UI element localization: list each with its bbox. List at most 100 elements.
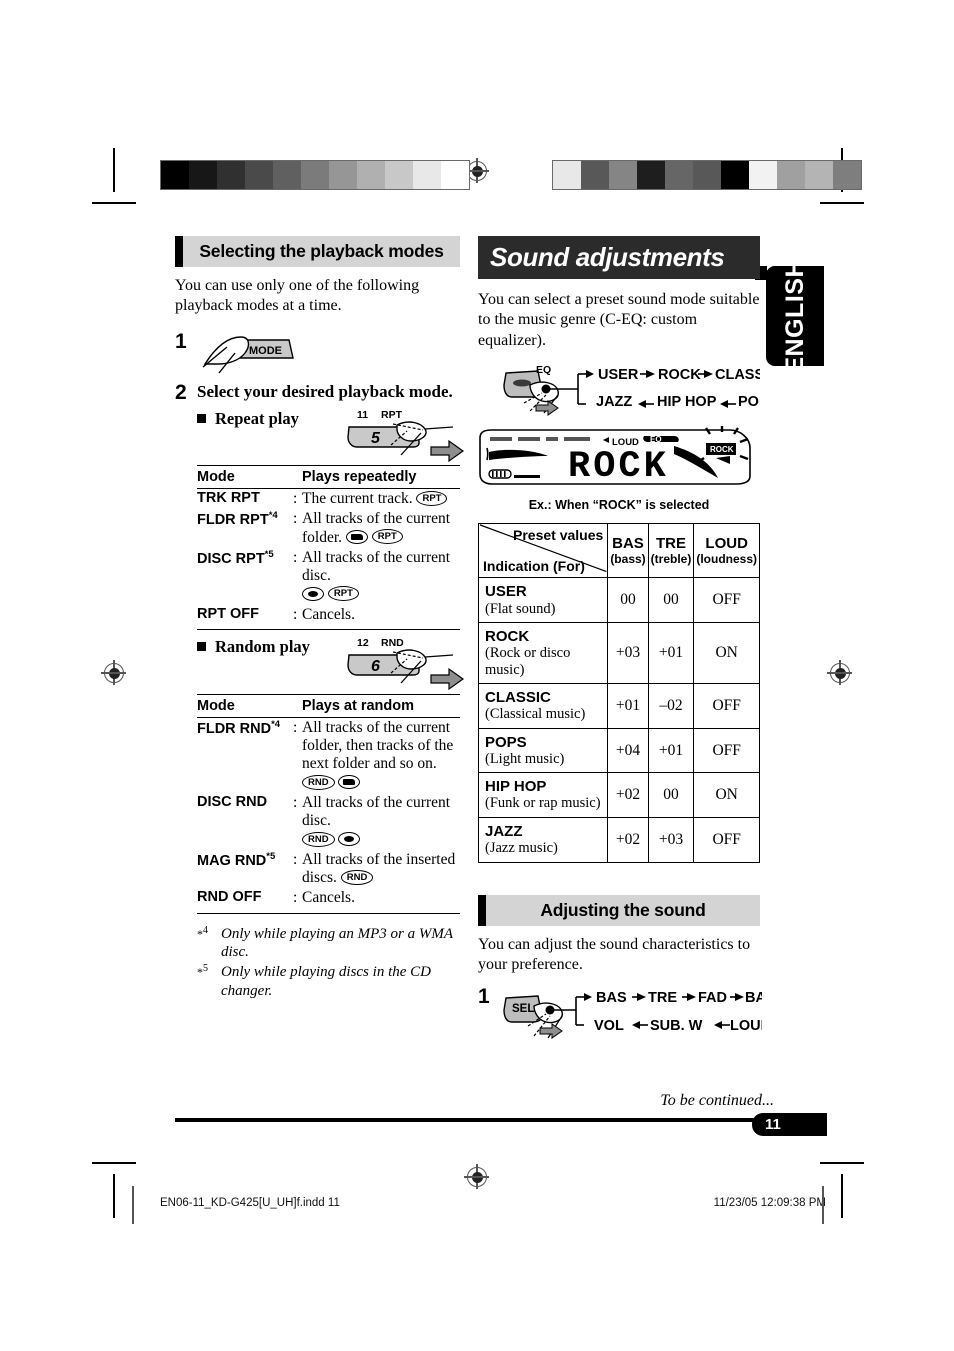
colorbar-swatch [217,161,245,189]
preset-tre-value: –02 [647,683,695,729]
colorbar-swatch [329,161,357,189]
colorbar-swatch [357,161,385,189]
rpt-indicator-icon: RPT [327,586,359,602]
sound-adjustments-intro: You can select a preset sound mode suita… [478,291,760,349]
preset-genre: (Flat sound) [485,600,556,617]
svg-text:HIP HOP: HIP HOP [657,394,717,410]
rnd-indicator-icon: RND [340,870,374,886]
svg-text:POPS: POPS [738,394,760,410]
colorbar-swatch [609,161,637,189]
step-2-number: 2 [175,380,187,404]
random-button-illustration: 12 RND 6 [347,637,465,691]
preset-name-cell: USER (Flat sound) [477,577,609,624]
repeat-mode-desc: All tracks of the current folder. RPT [302,510,451,546]
preset-name-cell: CLASSIC (Classical music) [477,683,609,729]
step-1: 1 MODE [175,331,460,380]
colon: : [293,489,298,507]
disc-icon [338,832,361,847]
crop-mark-bottom-right-vertical [841,1174,843,1218]
colon: : [293,718,298,736]
right-column: Sound adjustments You can select a prese… [477,236,797,1047]
table-header-row: Preset values Indication (For) BAS (bass… [477,523,760,579]
step-1-number: 1 [175,329,187,353]
table-row: USER (Flat sound) 00 00 OFF [477,577,760,624]
display-rock-indicator: ROCK [706,443,736,456]
svg-text:TRE: TRE [648,990,677,1006]
repeat-mode-name: RPT OFF [197,605,260,622]
mode-button-illustration: MODE [202,336,294,374]
page-number-badge: 11 [752,1113,827,1136]
preset-loud-value: ON [693,772,760,818]
svg-text:CLASSIC: CLASSIC [715,367,760,383]
table-row: JAZZ (Jazz music) +02 +03 OFF [477,816,760,863]
eq-flow-diagram: EQ USER ROCK CLASSIC JAZZ HIP HOP POPS [503,364,779,417]
random-mode-name: MAG RND [197,852,267,869]
random-mode-desc: All tracks of the current folder, then t… [302,718,454,790]
colon: : [293,510,298,528]
preset-col-loud: LOUD (loudness) [693,523,760,579]
page-number: 11 [765,1116,781,1133]
footnote-ref: *4 [271,718,281,730]
svg-text:5: 5 [371,430,381,447]
svg-text:BAS: BAS [596,990,627,1006]
rpt-indicator-icon: RPT [371,529,403,545]
slug-divider-right [822,1186,824,1224]
footnote-mark: **44 [197,924,208,941]
svg-text:FAD: FAD [698,990,727,1006]
sel-flow-diagram: SEL BAS TRE FAD BAL VOL [503,990,797,1039]
svg-text:JAZZ: JAZZ [596,394,632,410]
colorbar-swatch [413,161,441,189]
repeat-button-illustration: 11 RPT 5 [347,409,465,463]
step-2: 2 Select your desired playback mode. Rep… [175,380,465,1002]
table-header-row: Mode Plays at random [197,693,460,718]
preset-col-bas: BAS (bass) [607,523,649,579]
table-row: FLDR RND*4 : All tracks of the current f… [197,717,460,793]
preset-bas-value: +02 [607,816,649,863]
colorbar-swatch [581,161,609,189]
colon: : [293,850,298,868]
svg-text:6: 6 [371,658,380,675]
repeat-play-label: Repeat play [215,408,299,428]
colorbar-swatch [721,161,749,189]
table-row: DISC RND : All tracks of the current dis… [197,793,460,850]
rnd-indicator-icon: RND [302,774,335,790]
preset-loud-value: OFF [693,816,760,863]
random-col-mode: Mode [197,693,293,718]
colon: : [293,889,298,907]
preset-genre: (Rock or disco music) [485,645,571,678]
footnote-ref: *5 [266,850,276,862]
svg-text:USER: USER [598,367,639,383]
preset-name-cell: ROCK (Rock or disco music) [477,622,609,685]
section-heading-playback-modes: Selecting the playback modes [175,236,460,267]
table-row: DISC RPT*5 : All tracks of the current d… [197,548,460,605]
preset-bas-value: 00 [607,577,649,624]
random-table-bottom-rule [197,912,460,914]
display-caption: Ex.: When “ROCK” is selected [528,498,710,513]
colorbar-swatch [693,161,721,189]
section-heading-adjusting-sound: Adjusting the sound [478,894,760,926]
colorbar-swatch [777,161,805,189]
repeat-preset-number: 11 [357,409,368,421]
svg-text:EQ: EQ [650,435,662,444]
colorbar-swatch [245,161,273,189]
random-mode-name: RND OFF [197,889,262,906]
random-col-spacer [293,693,302,718]
footnote-text: Only while playing an MP3 or a WMA disc. [221,925,453,961]
registration-mark-right [827,660,852,685]
preset-name: POPS [485,733,527,751]
colorbar-swatch [161,161,189,189]
repeat-mode-name: FLDR RPT [197,512,269,529]
preset-bas-value: +01 [607,683,649,729]
section-heading-playback-modes-label: Selecting the playback modes [199,241,444,261]
preset-name: HIP HOP [485,778,547,796]
playback-modes-intro: You can use only one of the following pl… [175,277,420,315]
preset-tre-value: +01 [647,622,695,685]
random-col-desc: Plays at random [302,693,460,718]
preset-name: JAZZ [485,822,523,840]
adjust-step-1-body: SEL BAS TRE FAD BAL VOL [500,986,797,1047]
adjusting-sound-intro: You can adjust the sound characteristics… [478,935,751,974]
colorbar-swatch [637,161,665,189]
footnote-item: **44 Only while playing an MP3 or a WMA … [197,925,460,962]
colorbar-swatch [553,161,581,189]
preset-genre: (Funk or rap music) [485,795,601,812]
